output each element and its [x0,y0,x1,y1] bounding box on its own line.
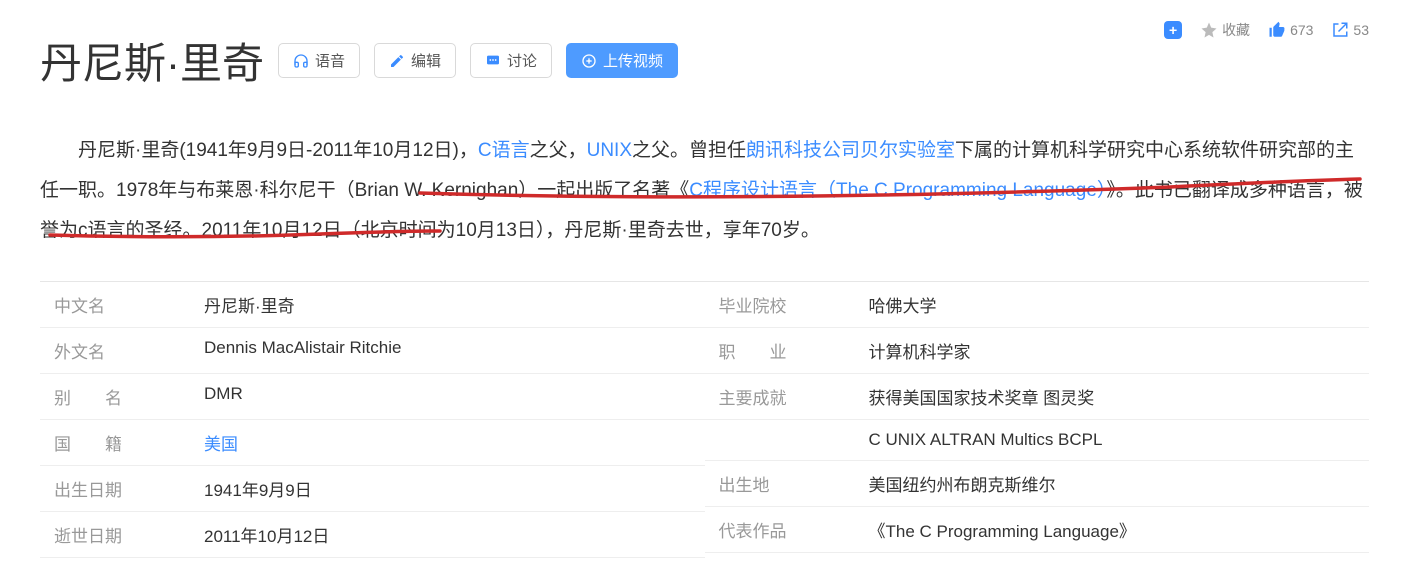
info-label: 中文名 [40,292,184,317]
info-label: 逝世日期 [40,522,184,547]
info-row: 职 业计算机科学家 [705,328,1370,374]
plus-icon: + [1164,21,1182,39]
favorite-button[interactable]: 收藏 [1200,20,1250,40]
info-value: 《The C Programming Language》 [849,517,1136,542]
top-toolbar: + 收藏 673 53 [1164,20,1369,40]
thumbs-up-icon [1268,21,1286,39]
info-value: 哈佛大学 [849,292,937,317]
info-value: Dennis MacAlistair Ritchie [184,338,401,363]
info-label: 职 业 [705,338,849,363]
info-value: 美国纽约州布朗克斯维尔 [849,471,1056,496]
discuss-label: 讨论 [507,50,537,71]
intro-text: 之父， [530,140,587,161]
info-label [705,430,849,450]
info-row: 别 名DMR [40,374,705,420]
star-icon [1200,21,1218,39]
info-label: 出生地 [705,471,849,496]
info-label: 代表作品 [705,517,849,542]
headphones-icon [293,53,309,69]
info-row: 出生地美国纽约州布朗克斯维尔 [705,461,1370,507]
info-label: 主要成就 [705,384,849,409]
edit-button[interactable]: 编辑 [374,43,456,78]
info-row: 逝世日期2011年10月12日 [40,512,705,558]
info-value: 2011年10月12日 [184,522,329,547]
share-count: 53 [1353,22,1369,38]
link-lucent[interactable]: 朗讯科技公司 [746,140,860,161]
info-value: C UNIX ALTRAN Multics BCPL [849,430,1103,450]
info-row: 主要成就获得美国国家技术奖章 图灵奖 [705,374,1370,420]
link-c-book[interactable]: C程序设计语言（The C Programming Language） [689,180,1106,201]
link-unix[interactable]: UNIX [587,140,632,161]
info-label: 国 籍 [40,430,184,455]
upload-video-button[interactable]: 上传视频 [566,43,678,78]
upload-label: 上传视频 [603,50,663,71]
plus-circle-icon [581,53,597,69]
link-c-language[interactable]: C语言 [478,140,530,161]
info-table: 中文名丹尼斯·里奇外文名Dennis MacAlistair Ritchie别 … [40,281,1369,558]
add-button[interactable]: + [1164,21,1182,39]
info-value: 1941年9月9日 [184,476,312,501]
discuss-button[interactable]: 讨论 [470,43,552,78]
info-col-right: 毕业院校哈佛大学职 业计算机科学家主要成就获得美国国家技术奖章 图灵奖C UNI… [705,282,1370,558]
info-row: 国 籍美国 [40,420,705,466]
info-row: 毕业院校哈佛大学 [705,282,1370,328]
info-row: 外文名Dennis MacAlistair Ritchie [40,328,705,374]
title-row: 丹尼斯·里奇 语音 编辑 讨论 上传视频 [40,0,1369,91]
info-label: 别 名 [40,384,184,409]
info-value: 获得美国国家技术奖章 图灵奖 [849,384,1095,409]
info-row: C UNIX ALTRAN Multics BCPL [705,420,1370,461]
edit-label: 编辑 [411,50,441,71]
info-value: DMR [184,384,243,409]
page-title: 丹尼斯·里奇 [40,30,264,91]
info-row: 代表作品《The C Programming Language》 [705,507,1370,553]
chat-icon [485,53,501,69]
info-value: 丹尼斯·里奇 [184,292,295,317]
info-value: 计算机科学家 [849,338,971,363]
link-bell-labs[interactable]: 贝尔实验室 [860,140,955,161]
audio-button[interactable]: 语音 [278,43,360,78]
share-button[interactable]: 53 [1331,21,1369,39]
info-label: 出生日期 [40,476,184,501]
intro-text: 之父。曾担任 [632,140,746,161]
intro-paragraph: 丹尼斯·里奇(1941年9月9日-2011年10月12日)，C语言之父，UNIX… [40,131,1369,251]
info-col-left: 中文名丹尼斯·里奇外文名Dennis MacAlistair Ritchie别 … [40,282,705,558]
info-label: 外文名 [40,338,184,363]
share-icon [1331,21,1349,39]
like-button[interactable]: 673 [1268,21,1313,39]
favorite-label: 收藏 [1222,20,1250,40]
info-row: 出生日期1941年9月9日 [40,466,705,512]
info-row: 中文名丹尼斯·里奇 [40,282,705,328]
like-count: 673 [1290,22,1313,38]
intro-text: 丹尼斯·里奇(1941年9月9日-2011年10月12日)， [78,140,478,161]
info-label: 毕业院校 [705,292,849,317]
info-value[interactable]: 美国 [184,430,238,455]
audio-label: 语音 [315,50,345,71]
pencil-icon [389,53,405,69]
